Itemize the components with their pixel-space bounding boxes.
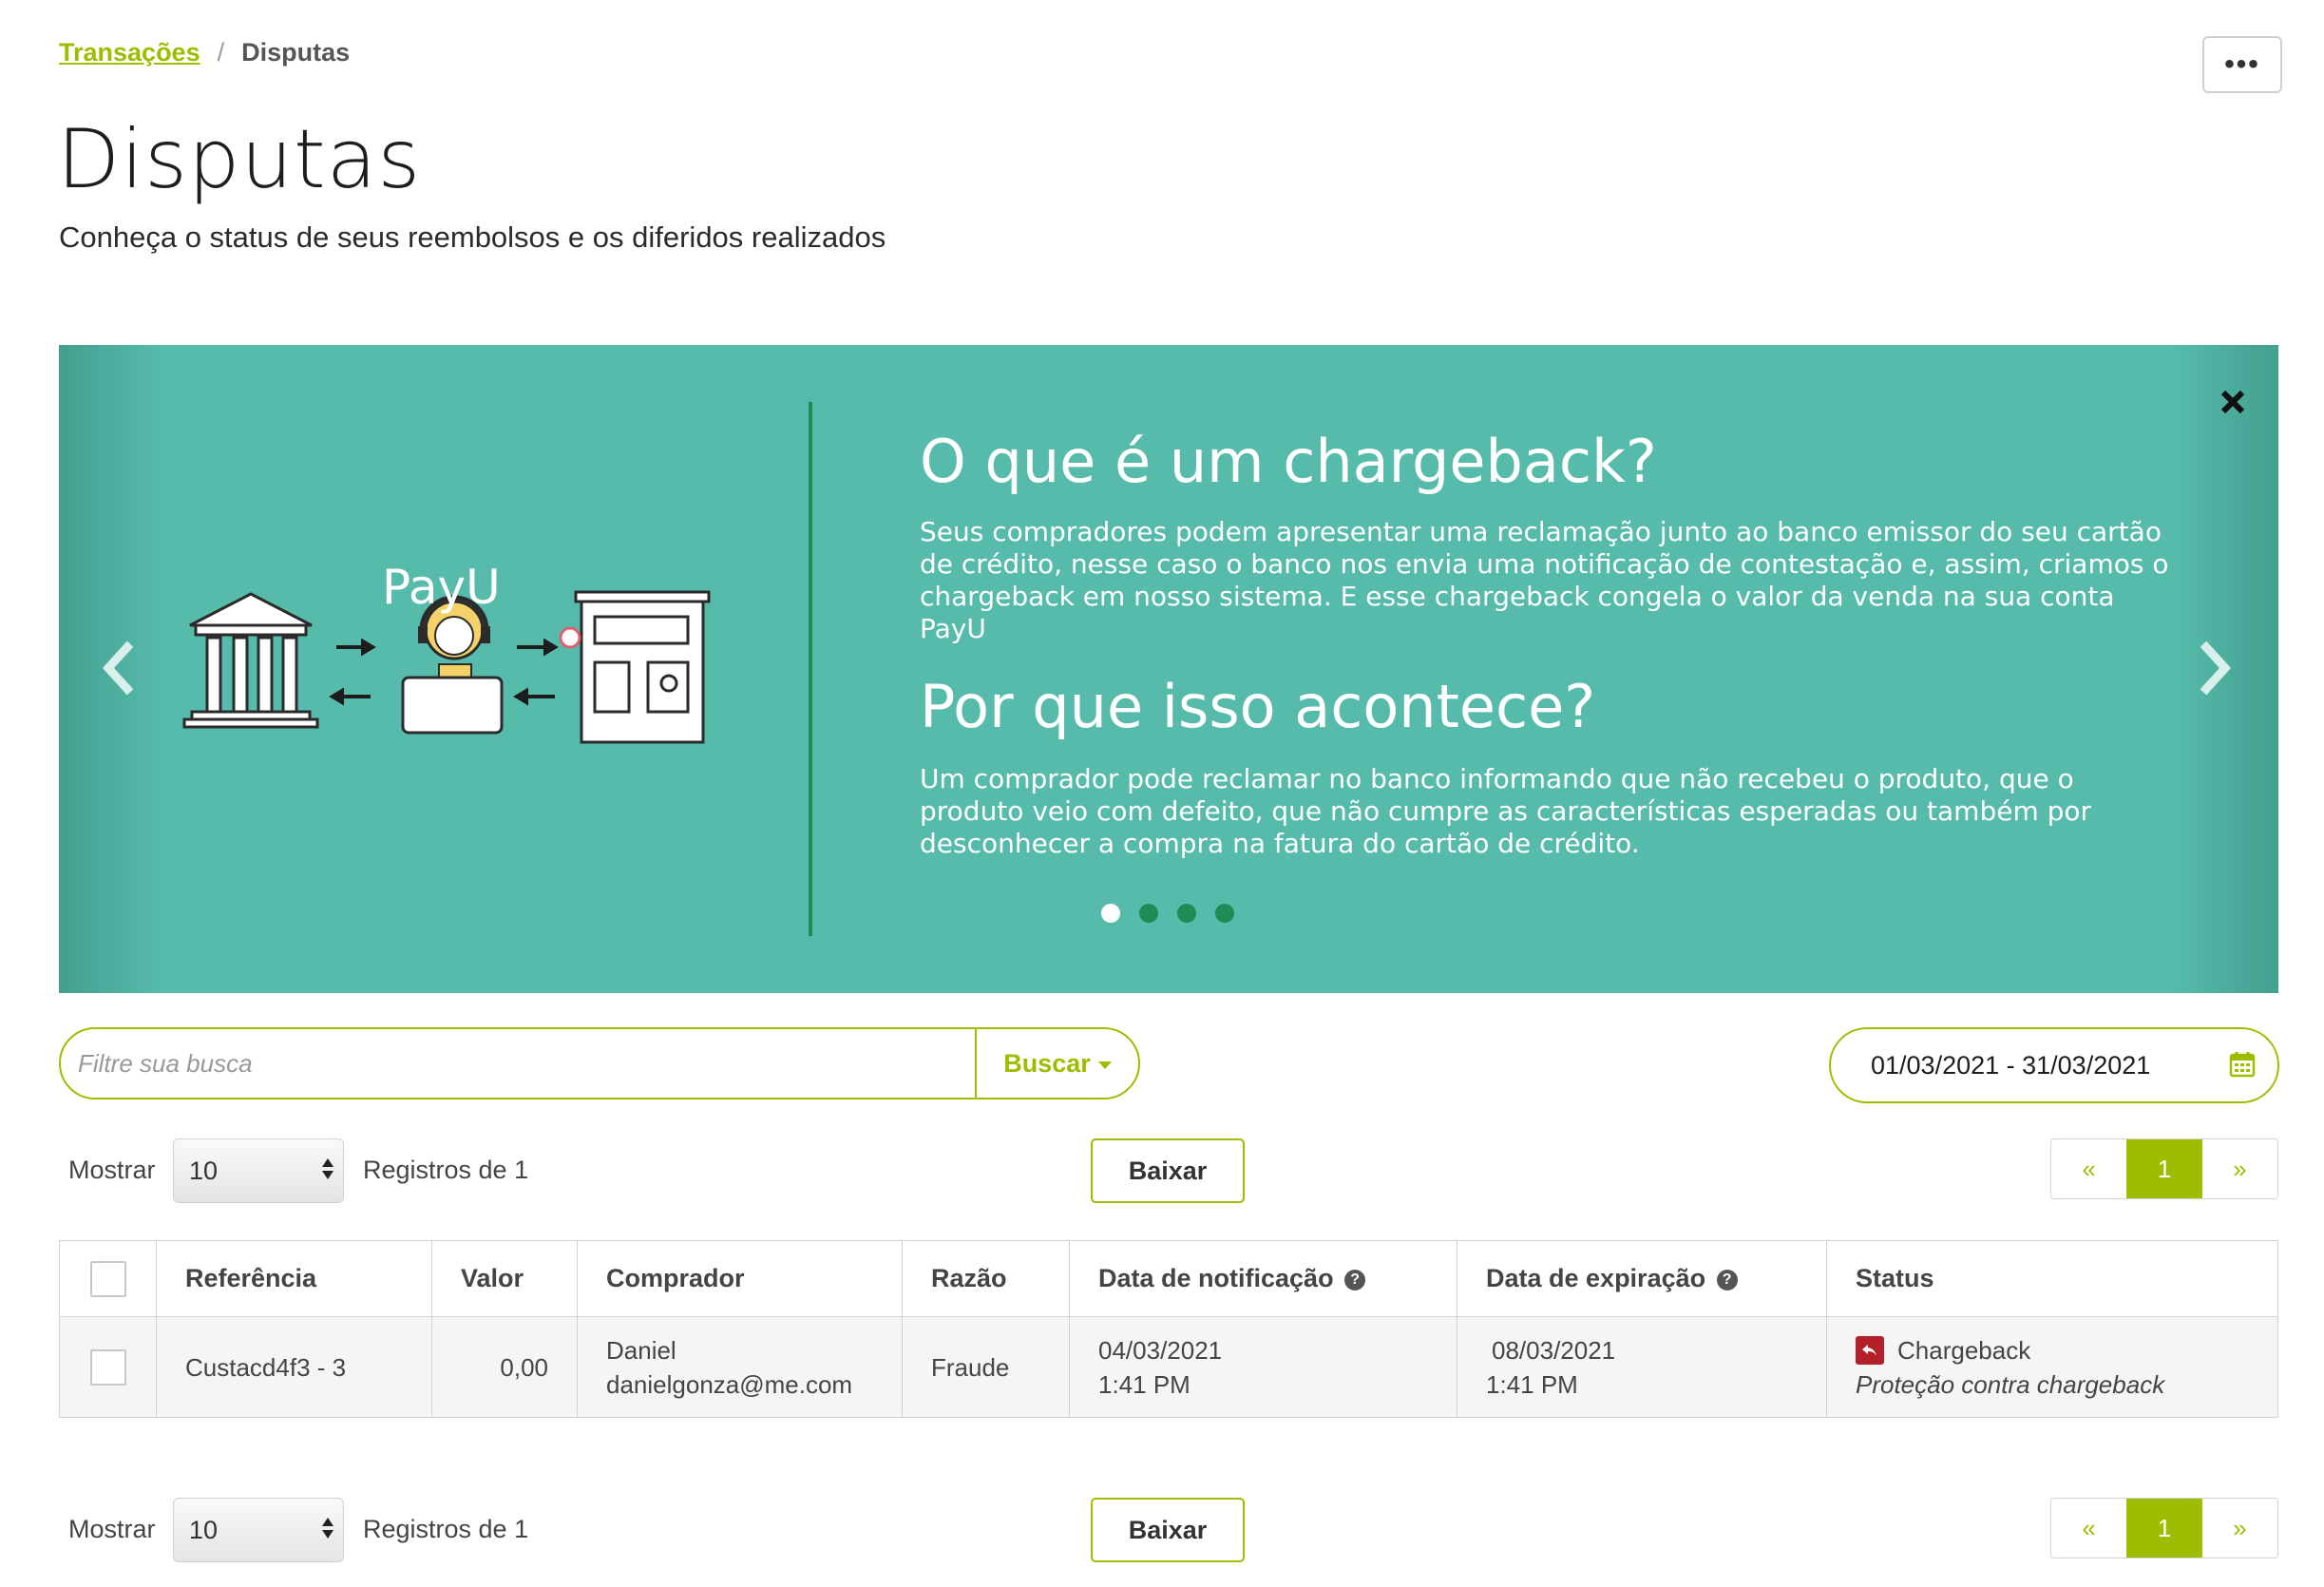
table-header-row: Referência Valor Comprador Razão Data de… [59, 1240, 2278, 1317]
page-title: Disputas [57, 112, 422, 207]
close-icon [2220, 390, 2245, 414]
caret-down-icon [1097, 1061, 1112, 1069]
payu-logo: PayU [382, 560, 501, 615]
carousel-dot-2[interactable] [1139, 904, 1158, 923]
page-subtitle: Conheça o status de seus reembolsos e os… [59, 220, 886, 254]
pagination-prev-button[interactable]: « [2051, 1139, 2126, 1198]
table-controls-top: Mostrar 10 Registros de 1 Baixar « 1 » [59, 1138, 2282, 1205]
header-status[interactable]: Status [1826, 1240, 2278, 1317]
expiration-time: 1:41 PM [1486, 1369, 1578, 1399]
page-size-select[interactable]: 10 [173, 1498, 344, 1562]
cell-reference[interactable]: Custacd4f3 - 3 [156, 1316, 432, 1418]
store-icon [559, 590, 711, 744]
buyer-name: Daniel [606, 1335, 676, 1365]
records-count-label: Registros de 1 [363, 1515, 529, 1543]
carousel-text-chargeback: Seus compradores podem apresentar uma re… [920, 516, 2169, 644]
breadcrumb: Transações / Disputas [59, 38, 350, 67]
pagination: « 1 » [2050, 1138, 2278, 1199]
disputes-table: Referência Valor Comprador Razão Data de… [59, 1240, 2278, 1418]
select-arrows-icon [322, 1158, 333, 1179]
header-reference[interactable]: Referência [156, 1240, 432, 1317]
carousel-next-button[interactable] [2187, 630, 2244, 706]
pagination: « 1 » [2050, 1498, 2278, 1558]
page-size-value: 10 [189, 1516, 219, 1544]
help-icon[interactable]: ? [1344, 1269, 1366, 1291]
carousel-dot-3[interactable] [1177, 904, 1196, 923]
bank-icon [182, 592, 319, 729]
buyer-email: danielgonza@me.com [606, 1369, 853, 1399]
header-expiration-date[interactable]: Data de expiração ? [1457, 1240, 1827, 1317]
reply-arrow-icon [1862, 1344, 1876, 1356]
cell-buyer: Daniel danielgonza@me.com [577, 1316, 903, 1418]
page-size-select[interactable]: 10 [173, 1138, 344, 1203]
search-bar: Buscar [59, 1027, 1140, 1099]
select-arrows-icon [322, 1518, 333, 1539]
notification-date: 04/03/2021 [1098, 1335, 1223, 1365]
carousel-prev-button[interactable] [89, 630, 146, 706]
status-label: Chargeback [1897, 1335, 2031, 1365]
header-reason[interactable]: Razão [902, 1240, 1070, 1317]
pagination-page-1[interactable]: 1 [2126, 1139, 2202, 1198]
search-button[interactable]: Buscar [975, 1029, 1138, 1098]
notification-time: 1:41 PM [1098, 1369, 1191, 1399]
select-all-checkbox[interactable] [89, 1260, 126, 1297]
download-button[interactable]: Baixar [1091, 1498, 1245, 1562]
carousel-text-why: Um comprador pode reclamar no banco info… [920, 763, 2092, 859]
carousel-heading-why: Por que isso acontece? [920, 672, 1596, 741]
show-label: Mostrar [68, 1515, 156, 1543]
calendar-icon [2229, 1052, 2256, 1078]
header-value[interactable]: Valor [431, 1240, 578, 1317]
status-line: Chargeback [1856, 1333, 2277, 1367]
help-icon[interactable]: ? [1716, 1269, 1738, 1291]
cell-status: Chargeback Proteção contra chargeback [1826, 1316, 2278, 1418]
table-controls-bottom: Mostrar 10 Registros de 1 Baixar « 1 » [59, 1498, 2282, 1564]
pagination-next-button[interactable]: » [2202, 1139, 2277, 1198]
chevron-right-icon [2200, 641, 2232, 696]
download-button[interactable]: Baixar [1091, 1138, 1245, 1203]
carousel-dot-1[interactable] [1101, 904, 1120, 923]
date-range-value: 01/03/2021 - 31/03/2021 [1871, 1050, 2151, 1080]
carousel-close-button[interactable] [2204, 373, 2261, 430]
show-label: Mostrar [68, 1156, 156, 1184]
more-options-button[interactable]: ••• [2202, 36, 2282, 93]
info-carousel: PayU O que é um chargeback? Seus comprad… [59, 345, 2278, 993]
cell-reason: Fraude [902, 1316, 1070, 1418]
date-range-picker[interactable]: 01/03/2021 - 31/03/2021 [1829, 1027, 2279, 1103]
records-count-label: Registros de 1 [363, 1156, 529, 1184]
header-notification-date[interactable]: Data de notificação ? [1069, 1240, 1457, 1317]
carousel-divider [809, 402, 812, 936]
breadcrumb-separator: / [217, 38, 225, 67]
status-detail: Proteção contra chargeback [1856, 1369, 2165, 1399]
breadcrumb-current: Disputas [241, 38, 351, 67]
support-agent-icon [401, 595, 504, 735]
header-buyer[interactable]: Comprador [577, 1240, 903, 1317]
flow-arrows-right [513, 638, 559, 706]
page-size-value: 10 [189, 1157, 219, 1185]
chevron-left-icon [102, 641, 134, 696]
carousel-heading-chargeback: O que é um chargeback? [920, 427, 1657, 496]
carousel-indicators [1101, 904, 1234, 923]
row-checkbox[interactable] [89, 1349, 126, 1386]
row-select-cell [59, 1316, 157, 1418]
header-notification-date-label: Data de notificação [1098, 1264, 1334, 1292]
flow-arrows-left [329, 638, 376, 706]
carousel-dot-4[interactable] [1215, 904, 1234, 923]
search-button-label: Buscar [1003, 1048, 1091, 1078]
search-input[interactable] [61, 1029, 975, 1098]
pagination-page-1[interactable]: 1 [2126, 1499, 2202, 1558]
header-expiration-date-label: Data de expiração [1486, 1264, 1706, 1292]
cell-expiration-date: 08/03/2021 1:41 PM [1457, 1316, 1827, 1418]
header-select-all-cell [59, 1240, 157, 1317]
pagination-next-button[interactable]: » [2202, 1499, 2277, 1558]
cell-value: 0,00 [431, 1316, 578, 1418]
chargeback-icon [1856, 1335, 1884, 1365]
expiration-date: 08/03/2021 [1492, 1335, 1616, 1365]
table-row[interactable]: Custacd4f3 - 3 0,00 Daniel danielgonza@m… [59, 1316, 2278, 1418]
breadcrumb-link-transactions[interactable]: Transações [59, 38, 200, 67]
pagination-prev-button[interactable]: « [2051, 1499, 2126, 1558]
cell-notification-date: 04/03/2021 1:41 PM [1069, 1316, 1457, 1418]
